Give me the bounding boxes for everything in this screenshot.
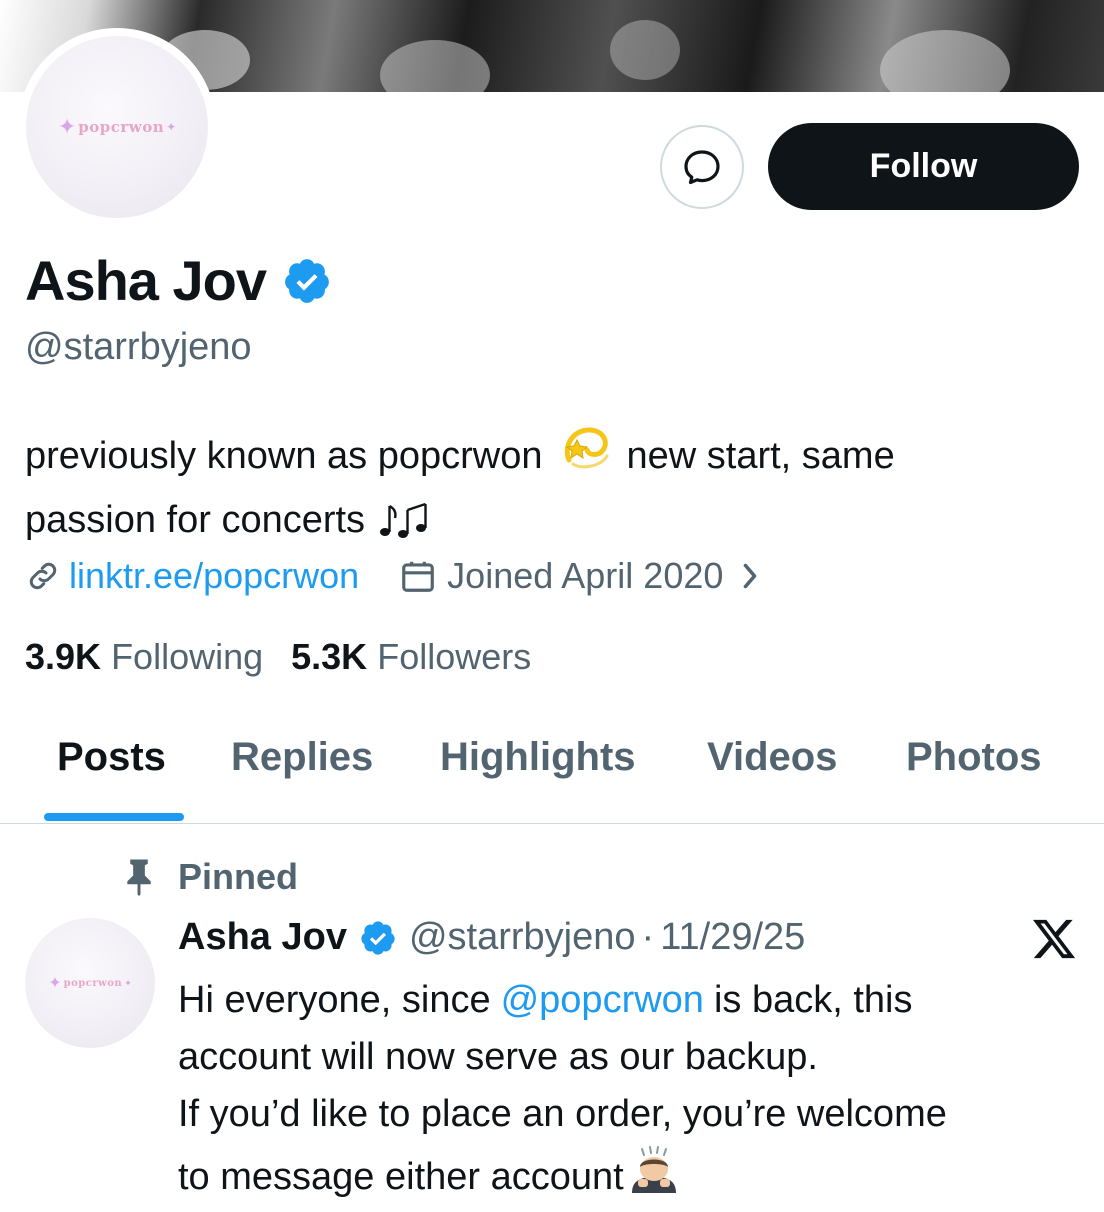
- post-author-avatar[interactable]: ✦ popcrwon ✦: [25, 918, 155, 1048]
- joined-date[interactable]: Joined April 2020: [447, 555, 723, 597]
- bio-text: previously known as popcrwon: [25, 434, 543, 477]
- post-mention-link[interactable]: @popcrwon: [501, 972, 704, 1029]
- post-header: Asha Jov @starrbyjeno · 11/29/25: [178, 916, 805, 959]
- verified-badge-icon[interactable]: [282, 256, 332, 306]
- bowing-person-emoji-icon: [626, 1143, 682, 1212]
- calendar-icon: [399, 557, 437, 595]
- post-text: Hi everyone, since @popcrwon is back, th…: [178, 972, 1088, 1212]
- post-author-handle[interactable]: @starrbyjeno: [409, 916, 636, 959]
- tab-photos[interactable]: Photos: [906, 735, 1042, 780]
- profile-tabs: Posts Replies Highlights Videos Photos: [0, 735, 1104, 824]
- followers-count: 5.3K: [291, 636, 368, 677]
- avatar-logo-text: popcrwon: [63, 977, 123, 989]
- profile-handle: @starrbyjeno: [25, 326, 252, 368]
- profile-name-row: Asha Jov: [25, 248, 332, 313]
- x-logo-icon: [1030, 918, 1076, 965]
- music-notes-icon: [377, 498, 433, 542]
- active-tab-indicator: [44, 813, 184, 821]
- post-text-segment: is back, this: [713, 979, 913, 1021]
- following-count: 3.9K: [25, 636, 102, 677]
- avatar-logo-text: popcrwon: [78, 118, 165, 136]
- tab-posts[interactable]: Posts: [57, 735, 166, 780]
- sparkle-icon: ✦: [124, 977, 132, 988]
- link-icon: [25, 558, 61, 594]
- header-separator: ·: [641, 916, 655, 958]
- followers-label: Followers: [377, 636, 532, 677]
- chevron-right-icon[interactable]: [739, 561, 761, 591]
- profile-name: Asha Jov: [25, 249, 267, 312]
- sparkle-icon: ✦: [166, 120, 177, 134]
- tab-highlights[interactable]: Highlights: [440, 735, 636, 780]
- follow-button[interactable]: Follow: [768, 123, 1079, 210]
- bio-line-1: previously known as popcrwon new start, …: [25, 420, 1085, 491]
- post-line: account will now serve as our backup.: [178, 1036, 818, 1078]
- pinned-label: Pinned: [178, 856, 299, 897]
- post-author-name[interactable]: Asha Jov: [178, 916, 347, 959]
- post-date[interactable]: 11/29/25: [660, 916, 805, 959]
- post-line: If you’d like to place an order, you’re …: [178, 1093, 947, 1135]
- bio-text: passion for concerts: [25, 499, 366, 541]
- post-line: Hi everyone, since @popcrwon is back, th…: [178, 972, 1088, 1029]
- bio-text: new start, same: [626, 434, 895, 477]
- verified-badge-icon: [359, 919, 397, 957]
- avatar[interactable]: ✦ popcrwon ✦: [26, 36, 208, 218]
- sparkle-icon: ✦: [57, 114, 77, 139]
- message-icon: [684, 150, 720, 185]
- sparkle-icon: ✦: [48, 975, 62, 992]
- profile-stats: 3.9K Following 5.3K Followers: [25, 636, 531, 678]
- following-label: Following: [111, 636, 264, 677]
- profile-bio: previously known as popcrwon new start, …: [25, 420, 1085, 549]
- profile-website-link[interactable]: linktr.ee/popcrwon: [69, 555, 359, 597]
- post-text-segment: Hi everyone, since: [178, 979, 491, 1021]
- followers-stat[interactable]: 5.3K Followers: [291, 636, 531, 677]
- tab-replies[interactable]: Replies: [231, 735, 373, 780]
- following-stat[interactable]: 3.9K Following: [25, 636, 263, 677]
- message-button[interactable]: [660, 125, 744, 209]
- profile-meta: linktr.ee/popcrwon Joined April 2020: [25, 555, 761, 597]
- post-line: to message either account: [178, 1143, 1088, 1212]
- bio-line-2: passion for concerts: [25, 491, 1085, 549]
- tab-videos[interactable]: Videos: [707, 735, 837, 780]
- pin-icon: [120, 858, 158, 896]
- post-text-segment: to message either account: [178, 1156, 624, 1198]
- dizzy-emoji-icon: [559, 420, 613, 491]
- pinned-label-row: Pinned: [120, 856, 298, 898]
